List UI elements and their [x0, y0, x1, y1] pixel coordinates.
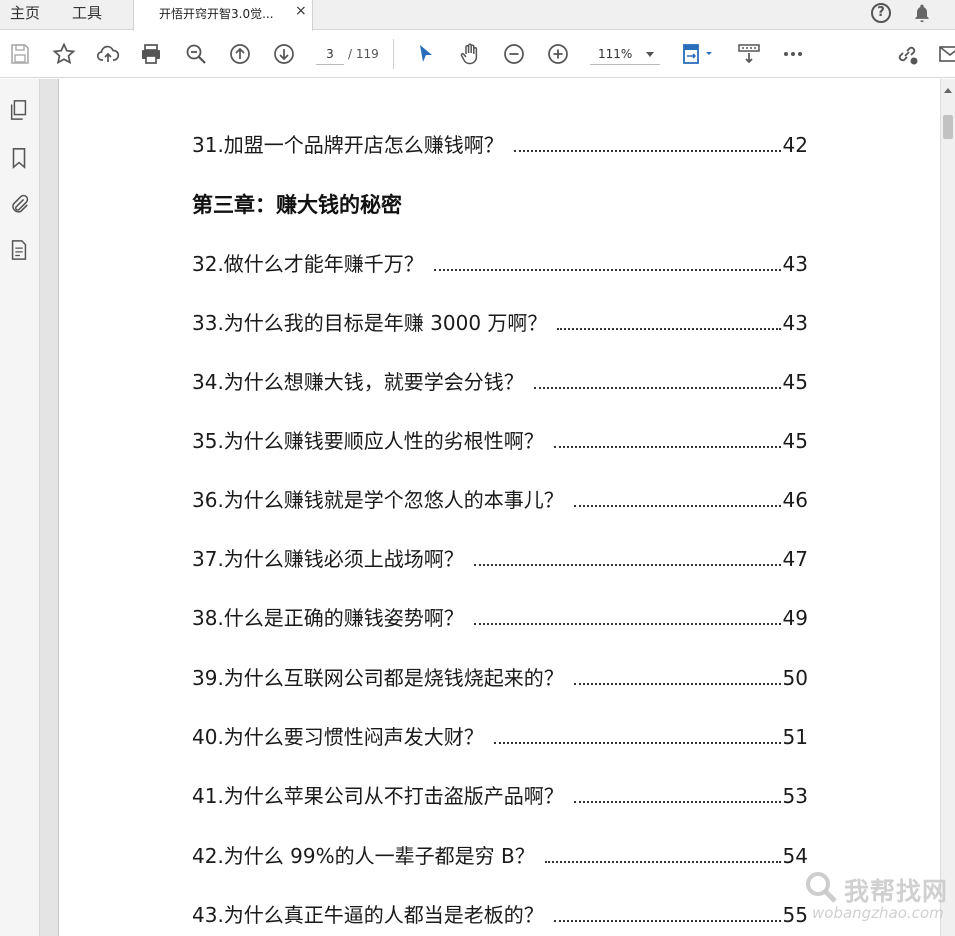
- toc-entry[interactable]: 36.为什么赚钱就是学个忽悠人的本事儿？ 46: [192, 484, 808, 514]
- email-icon[interactable]: [938, 42, 955, 66]
- toc-entry[interactable]: 38.什么是正确的赚钱姿势啊？ 49: [192, 602, 808, 632]
- cloud-upload-icon[interactable]: [96, 42, 120, 66]
- toc-dot-leader: [473, 564, 781, 566]
- toolbar-divider: [393, 39, 394, 69]
- bookmark-star-icon[interactable]: [52, 42, 76, 66]
- toc-entry[interactable]: 40.为什么要习惯性闷声发大财？ 51: [192, 721, 808, 751]
- attachments-paperclip-icon[interactable]: [8, 193, 30, 215]
- toc-entry-title: 33.为什么我的目标是年赚 3000 万啊？: [192, 311, 548, 335]
- previous-page-icon[interactable]: [228, 42, 252, 66]
- toc-dot-leader: [553, 920, 781, 922]
- toc-entry-page: 43: [782, 311, 808, 335]
- toc-entry[interactable]: 31.加盟一个品牌开店怎么赚钱啊？ 42: [192, 129, 808, 159]
- toc-entry-title: 43.为什么真正牛逼的人都当是老板的？: [192, 903, 544, 927]
- toc-dot-leader: [573, 505, 781, 507]
- toc-dot-leader: [493, 742, 781, 744]
- select-cursor-icon[interactable]: [414, 42, 438, 66]
- vertical-scrollbar[interactable]: [940, 79, 955, 936]
- next-page-icon[interactable]: [272, 42, 296, 66]
- help-icon[interactable]: ?: [871, 3, 891, 23]
- toc-entry-title: 37.为什么赚钱必须上战场啊？: [192, 547, 464, 571]
- toc-entry[interactable]: 35.为什么赚钱要顺应人性的劣根性啊？ 45: [192, 425, 808, 455]
- page-number-input[interactable]: 3: [316, 43, 344, 65]
- close-tab-icon[interactable]: ×: [295, 3, 307, 19]
- toc-entry-title: 40.为什么要习惯性闷声发大财？: [192, 725, 484, 749]
- more-options-icon[interactable]: [781, 42, 805, 66]
- toc-entry[interactable]: 37.为什么赚钱必须上战场啊？ 47: [192, 543, 808, 573]
- toc-entry-page: 45: [782, 429, 808, 453]
- scroll-up-arrow-icon[interactable]: [944, 88, 952, 93]
- toc-entry-page: 49: [782, 606, 808, 630]
- chevron-down-icon: [646, 52, 654, 57]
- toc-dot-leader: [533, 387, 781, 389]
- toc-entry[interactable]: 41.为什么苹果公司从不打击盗版产品啊？ 53: [192, 780, 808, 810]
- print-icon[interactable]: [139, 42, 163, 66]
- toc-entry-title: 31.加盟一个品牌开店怎么赚钱啊？: [192, 133, 504, 157]
- toc-entry-title: 42.为什么 99%的人一辈子都是穷 B？: [192, 844, 535, 868]
- scrollbar-thumb[interactable]: [943, 115, 953, 139]
- toc-entry-page: 55: [782, 903, 808, 927]
- page-thumbnails-icon[interactable]: [8, 99, 30, 121]
- toc-entry[interactable]: 39.为什么互联网公司都是烧钱烧起来的？ 50: [192, 662, 808, 692]
- pdf-page: 第三章：赚大钱的秘密 31.加盟一个品牌开店怎么赚钱啊？ 42 32.做什么才能年赚…: [58, 79, 940, 936]
- toc-entry-title: 32.做什么才能年赚千万？: [192, 252, 424, 276]
- toc-entry[interactable]: 42.为什么 99%的人一辈子都是穷 B？ 54: [192, 840, 808, 870]
- toc-dot-leader: [573, 801, 781, 803]
- zoom-in-icon[interactable]: [546, 42, 570, 66]
- toc-dot-leader: [553, 446, 781, 448]
- toc-entry-page: 45: [782, 370, 808, 394]
- toc-entry-title: 36.为什么赚钱就是学个忽悠人的本事儿？: [192, 488, 564, 512]
- toc-entry-title: 41.为什么苹果公司从不打击盗版产品啊？: [192, 784, 564, 808]
- chapter-heading: 第三章：赚大钱的秘密: [192, 193, 402, 217]
- toc-entry-page: 53: [782, 784, 808, 808]
- hand-tool-icon[interactable]: [458, 42, 482, 66]
- toc-entry[interactable]: 32.做什么才能年赚千万？ 43: [192, 248, 808, 278]
- tab-bar: 主页 工具 开悟开窍开智3.0觉... × ?: [0, 0, 955, 31]
- toc-entry[interactable]: 33.为什么我的目标是年赚 3000 万啊？ 43: [192, 307, 808, 337]
- document-tab-title: 开悟开窍开智3.0觉...: [159, 7, 274, 21]
- zoom-out-magnifier-icon[interactable]: [184, 42, 208, 66]
- navigation-pane: [0, 79, 40, 936]
- toc-entry-page: 47: [782, 547, 808, 571]
- document-viewport[interactable]: 第三章：赚大钱的秘密 31.加盟一个品牌开店怎么赚钱啊？ 42 32.做什么才能年赚…: [40, 79, 940, 936]
- toc-entry-page: 51: [782, 725, 808, 749]
- toc-entry[interactable]: 34.为什么想赚大钱，就要学会分钱？ 45: [192, 366, 808, 396]
- document-properties-icon[interactable]: [8, 239, 30, 261]
- notification-bell-icon[interactable]: [912, 3, 932, 23]
- toc-entry-title: 38.什么是正确的赚钱姿势啊？: [192, 606, 464, 630]
- share-link-icon[interactable]: [895, 42, 919, 66]
- toc-dot-leader: [544, 861, 781, 863]
- toc-dot-leader: [513, 150, 781, 152]
- page-fit-icon[interactable]: [681, 42, 715, 66]
- toc-entry[interactable]: 43.为什么真正牛逼的人都当是老板的？ 55: [192, 899, 808, 929]
- save-icon[interactable]: [8, 42, 32, 66]
- toc-entry-page: 46: [782, 488, 808, 512]
- toc-entry-page: 50: [782, 666, 808, 690]
- toc-entry-page: 54: [782, 844, 808, 868]
- toc-entry-title: 39.为什么互联网公司都是烧钱烧起来的？: [192, 666, 564, 690]
- toc-entry-page: 42: [782, 133, 808, 157]
- bookmarks-icon[interactable]: [8, 147, 30, 169]
- toolbar: 3 / 119 111%: [0, 31, 955, 78]
- toc-entry-page: 43: [782, 252, 808, 276]
- toc-dot-leader: [557, 328, 781, 330]
- toc-entry-title: 34.为什么想赚大钱，就要学会分钱？: [192, 370, 524, 394]
- home-tab[interactable]: 主页: [10, 0, 40, 30]
- zoom-level-select[interactable]: 111%: [590, 43, 660, 65]
- zoom-level-value: 111%: [598, 47, 633, 61]
- document-tab[interactable]: 开悟开窍开智3.0觉... ×: [133, 0, 313, 31]
- toc-dot-leader: [573, 683, 781, 685]
- scroll-mode-icon[interactable]: [737, 42, 761, 66]
- toc-dot-leader: [433, 269, 781, 271]
- tools-tab[interactable]: 工具: [72, 0, 102, 30]
- page-total: / 119: [348, 47, 379, 61]
- toc-entry-title: 35.为什么赚钱要顺应人性的劣根性啊？: [192, 429, 544, 453]
- toc-dot-leader: [473, 623, 781, 625]
- zoom-out-icon[interactable]: [502, 42, 526, 66]
